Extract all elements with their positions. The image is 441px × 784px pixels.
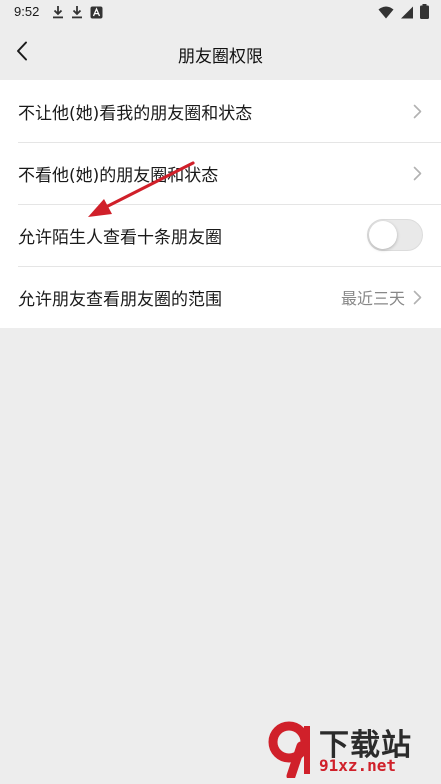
chevron-right-icon <box>413 103 423 119</box>
row-label: 不看他(她)的朋友圈和状态 <box>18 165 219 186</box>
watermark-logo-icon <box>268 721 310 778</box>
status-icons-left <box>52 4 103 23</box>
chevron-right-icon <box>413 165 423 181</box>
toggle-knob <box>369 221 397 249</box>
hide-my-moments-row[interactable]: 不让他(她)看我的朋友圈和状态 <box>0 80 441 142</box>
row-label: 不让他(她)看我的朋友圈和状态 <box>18 103 253 124</box>
download-icon <box>52 4 64 23</box>
wifi-icon <box>378 4 394 23</box>
row-label: 允许朋友查看朋友圈的范围 <box>18 289 222 310</box>
status-icons-right <box>378 4 429 23</box>
app-notification-icon <box>90 4 103 23</box>
row-label: 允许陌生人查看十条朋友圈 <box>18 227 222 248</box>
visible-range-row[interactable]: 允许朋友查看朋友圈的范围 最近三天 <box>0 266 441 328</box>
status-time: 9:52 <box>14 4 40 19</box>
battery-icon <box>420 4 429 23</box>
header: 朋友圈权限 <box>0 26 441 80</box>
page-title: 朋友圈权限 <box>178 47 263 67</box>
watermark: 下载站 91xz.net <box>265 720 435 778</box>
screen: 9:52 朋友圈权限 不让他(她)看我的朋友圈和状态 不看他(她)的朋友圈和状态… <box>0 0 441 784</box>
row-value: 最近三天 <box>340 289 405 308</box>
chevron-right-icon <box>413 289 423 305</box>
settings-list: 不让他(她)看我的朋友圈和状态 不看他(她)的朋友圈和状态 允许陌生人查看十条朋… <box>0 80 441 328</box>
status-bar: 9:52 <box>0 0 441 26</box>
allow-strangers-toggle[interactable] <box>367 219 423 251</box>
signal-icon <box>400 4 414 23</box>
watermark-url: 91xz.net <box>319 756 397 775</box>
hide-their-moments-row[interactable]: 不看他(她)的朋友圈和状态 <box>0 142 441 204</box>
download-icon <box>71 4 83 23</box>
allow-strangers-row: 允许陌生人查看十条朋友圈 <box>0 204 441 266</box>
